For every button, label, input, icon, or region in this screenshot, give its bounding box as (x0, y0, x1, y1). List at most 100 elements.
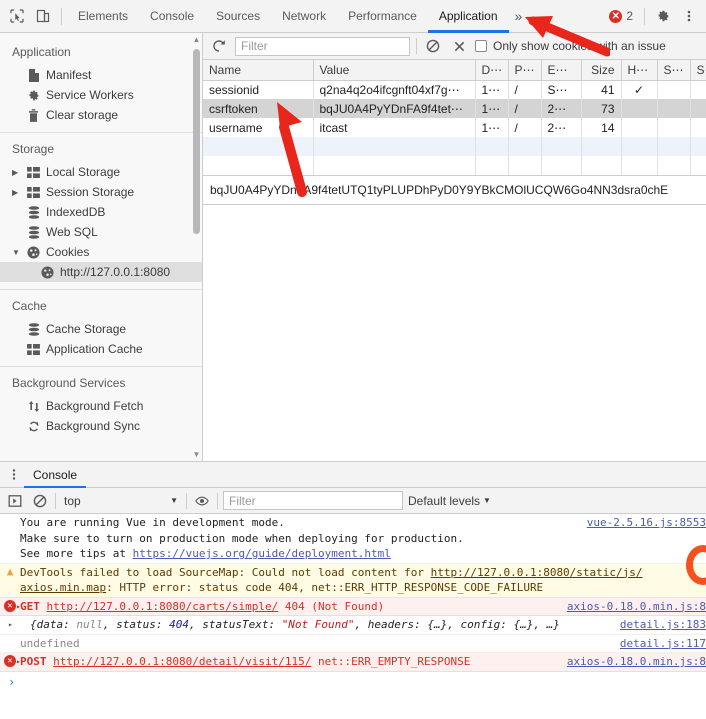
device-toggle-icon[interactable] (30, 3, 56, 29)
table-row[interactable]: csrftoken bqJU0A4PyYDnFA9f4tet⋯ 1⋯ / 2⋯ … (203, 99, 706, 118)
console-message-source[interactable]: axios-0.18.0.min.js:8 (567, 654, 706, 670)
cell-domain: 1⋯ (475, 80, 509, 99)
console-message-list: vue-2.5.16.js:8553 You are running Vue i… (0, 514, 706, 719)
error-count-badge[interactable]: ✕ 2 (603, 9, 639, 23)
console-message-post-error[interactable]: ✕ ▸ axios-0.18.0.min.js:8 POST http://12… (0, 653, 706, 672)
console-message-source[interactable]: axios-0.18.0.min.js:8 (567, 599, 706, 615)
table-row[interactable]: sessionid q2na4q2o4ifcgnft04xf7g⋯ 1⋯ / S… (203, 80, 706, 99)
sidebar-item-cache-storage[interactable]: Cache Storage (0, 319, 202, 339)
gear-icon[interactable] (650, 3, 676, 29)
drawer-tab-console[interactable]: Console (24, 462, 87, 488)
console-message-source[interactable]: vue-2.5.16.js:8553 (587, 515, 706, 531)
block-clear-icon[interactable] (423, 36, 443, 56)
http-status-label: net::ERR_EMPTY_RESPONSE (318, 655, 471, 668)
console-message-get-error[interactable]: ✕ ▸ axios-0.18.0.min.js:8 GET http://127… (0, 597, 706, 616)
console-message-sourcemap-warning[interactable]: ▲ DevTools failed to load SourceMap: Cou… (0, 563, 706, 598)
cell-domain: 1⋯ (475, 99, 509, 118)
sidebar-item-manifest[interactable]: Manifest (0, 65, 202, 85)
expand-triangle-icon[interactable]: ▸ (16, 599, 21, 615)
close-x-icon[interactable] (449, 36, 469, 56)
tab-sources[interactable]: Sources (205, 0, 271, 33)
column-header-secure[interactable]: S⋯ (657, 60, 691, 81)
request-url-link[interactable]: http://127.0.0.1:8080/carts/simple/ (47, 600, 279, 613)
chevron-right-icon[interactable]: ▶ (12, 168, 18, 177)
console-line-text: You are running Vue in development mode. (20, 516, 285, 529)
sidebar-item-cookie-origin[interactable]: http://127.0.0.1:8080 (0, 262, 202, 282)
chevron-right-icon[interactable]: ▶ (12, 188, 18, 197)
console-message-object[interactable]: detail.js:183 ▸ {data: null, status: 404… (0, 616, 706, 635)
block-clear-icon[interactable] (30, 491, 50, 511)
more-tabs-chevron-icon[interactable]: » (509, 0, 529, 33)
kebab-menu-icon[interactable] (676, 3, 702, 29)
console-message-source[interactable]: detail.js:117 (620, 636, 706, 652)
tab-network[interactable]: Network (271, 0, 337, 33)
kebab-menu-icon[interactable] (4, 468, 24, 481)
sidebar-item-web-sql-label: Web SQL (46, 225, 98, 239)
sourcemap-file-link[interactable]: axios.min.map (20, 581, 106, 594)
column-header-domain[interactable]: D⋯ (475, 60, 509, 81)
tab-elements[interactable]: Elements (67, 0, 139, 33)
console-message-undefined[interactable]: detail.js:117 undefined (0, 635, 706, 653)
cell-httponly (621, 99, 658, 118)
execute-sidebar-icon[interactable] (5, 491, 25, 511)
eye-live-expression-icon[interactable] (192, 491, 212, 511)
console-prompt[interactable]: › (0, 672, 706, 690)
tab-application[interactable]: Application (427, 0, 509, 33)
console-context-selector[interactable]: top ▼ (61, 491, 181, 510)
panel-tabs: Elements Console Sources Network Perform… (67, 0, 603, 33)
scroll-up-arrow-icon[interactable]: ▲ (192, 35, 201, 44)
sidebar-item-clear-storage[interactable]: Clear storage (0, 105, 202, 125)
vuejs-deployment-link[interactable]: https://vuejs.org/guide/deployment.html (133, 547, 391, 560)
tab-performance[interactable]: Performance (337, 0, 428, 33)
sidebar-item-background-fetch[interactable]: Background Fetch (0, 396, 202, 416)
cell-size: 14 (581, 118, 622, 137)
sidebar-item-web-sql[interactable]: Web SQL (0, 222, 202, 242)
sidebar-item-indexeddb[interactable]: IndexedDB (0, 202, 202, 222)
cell-samesite (690, 80, 706, 99)
request-url-link[interactable]: http://127.0.0.1:8080/detail/visit/115/ (53, 655, 311, 668)
console-message-source[interactable]: detail.js:183 (620, 617, 706, 633)
chevron-down-icon[interactable]: ▼ (12, 248, 20, 257)
toolbar-divider (55, 492, 56, 509)
console-message-vue[interactable]: vue-2.5.16.js:8553 You are running Vue i… (0, 514, 706, 564)
toolbar-divider-3 (217, 492, 218, 509)
cursor-select-icon[interactable] (4, 3, 30, 29)
refresh-icon[interactable] (209, 36, 229, 56)
document-icon (26, 68, 41, 83)
only-issues-checkbox-row[interactable]: Only show cookies with an issue (475, 39, 666, 53)
expand-triangle-icon[interactable]: ▸ (8, 617, 13, 633)
column-header-name[interactable]: Name (203, 60, 314, 81)
cookies-empty-area (203, 204, 706, 461)
table-icon (26, 165, 41, 180)
sidebar-scroll-thumb[interactable] (193, 49, 200, 234)
only-issues-checkbox[interactable] (475, 40, 487, 52)
console-filter-input[interactable]: Filter (223, 491, 403, 510)
column-header-value[interactable]: Value (313, 60, 476, 81)
cookies-view: Filter Only show cookies with an issue N… (203, 33, 706, 461)
sidebar-item-cookies[interactable]: ▼ Cookies (0, 242, 202, 262)
column-header-samesite[interactable]: S⋯ (690, 60, 706, 81)
cell-value: itcast (313, 118, 476, 137)
sidebar-item-application-cache[interactable]: Application Cache (0, 339, 202, 359)
column-header-httponly[interactable]: H⋯ (621, 60, 658, 81)
expand-triangle-icon[interactable]: ▸ (16, 654, 21, 670)
sidebar-item-service-workers[interactable]: Service Workers (0, 85, 202, 105)
sidebar-item-cache-storage-label: Cache Storage (46, 322, 127, 336)
chevron-down-icon: ▼ (170, 496, 178, 505)
sidebar-item-background-sync[interactable]: Background Sync (0, 416, 202, 436)
column-header-path[interactable]: P⋯ (508, 60, 542, 81)
column-header-expires[interactable]: E⋯ (541, 60, 582, 81)
sourcemap-url-link[interactable]: http://127.0.0.1:8080/static/js/ (431, 566, 643, 579)
sidebar-item-session-storage[interactable]: ▶ Session Storage (0, 182, 202, 202)
scroll-down-arrow-icon[interactable]: ▼ (192, 450, 201, 459)
sidebar-scrollbar[interactable]: ▲ ▼ (192, 35, 201, 459)
cell-expires: S⋯ (541, 80, 582, 99)
table-row[interactable]: username itcast 1⋯ / 2⋯ 14 (203, 118, 706, 137)
console-levels-selector[interactable]: Default levels ▼ (408, 494, 491, 508)
column-header-size[interactable]: Size (581, 60, 622, 81)
only-issues-label: Only show cookies with an issue (493, 39, 666, 53)
cookies-filter-input[interactable]: Filter (235, 36, 410, 56)
tab-console[interactable]: Console (139, 0, 205, 33)
console-toolbar: top ▼ Filter Default levels ▼ (0, 488, 706, 514)
sidebar-item-local-storage[interactable]: ▶ Local Storage (0, 162, 202, 182)
